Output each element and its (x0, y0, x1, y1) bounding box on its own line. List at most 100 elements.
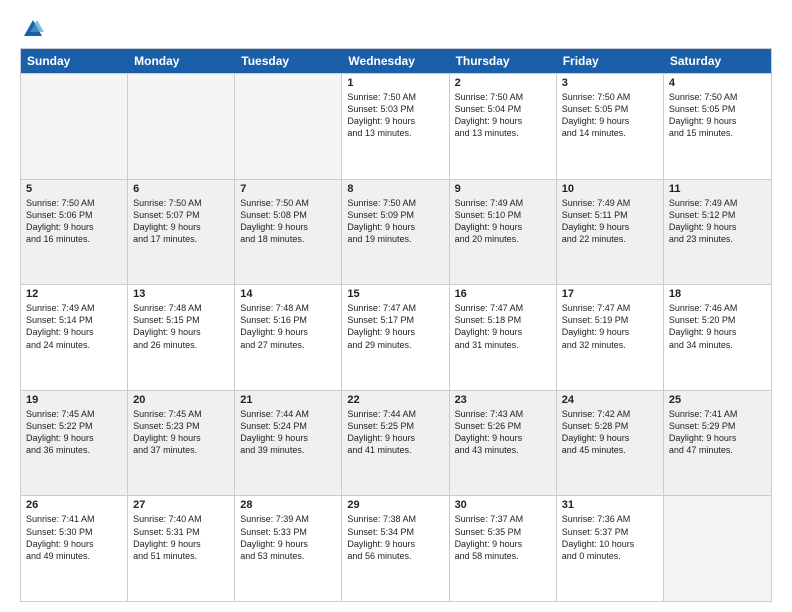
day-number: 6 (133, 183, 229, 195)
calendar-cell: 1Sunrise: 7:50 AM Sunset: 5:03 PM Daylig… (342, 74, 449, 179)
day-number: 21 (240, 394, 336, 406)
cell-info: Sunrise: 7:41 AM Sunset: 5:29 PM Dayligh… (669, 408, 766, 457)
calendar-cell: 28Sunrise: 7:39 AM Sunset: 5:33 PM Dayli… (235, 496, 342, 601)
calendar-cell: 18Sunrise: 7:46 AM Sunset: 5:20 PM Dayli… (664, 285, 771, 390)
cell-info: Sunrise: 7:50 AM Sunset: 5:08 PM Dayligh… (240, 197, 336, 246)
header-day-thursday: Thursday (450, 49, 557, 73)
cell-info: Sunrise: 7:49 AM Sunset: 5:10 PM Dayligh… (455, 197, 551, 246)
cell-info: Sunrise: 7:50 AM Sunset: 5:04 PM Dayligh… (455, 91, 551, 140)
day-number: 13 (133, 288, 229, 300)
day-number: 29 (347, 499, 443, 511)
day-number: 26 (26, 499, 122, 511)
cell-info: Sunrise: 7:48 AM Sunset: 5:15 PM Dayligh… (133, 302, 229, 351)
cell-info: Sunrise: 7:44 AM Sunset: 5:25 PM Dayligh… (347, 408, 443, 457)
calendar-header: SundayMondayTuesdayWednesdayThursdayFrid… (21, 49, 771, 73)
calendar-cell: 22 Sunrise: 7:44 AM Sunset: 5:25 PM Dayli… (342, 391, 449, 496)
calendar-cell: 26 Sunrise: 7:41 AM Sunset: 5:30 PM Dayli… (21, 496, 128, 601)
day-number: 30 (455, 499, 551, 511)
cell-info: Sunrise: 7:49 AM Sunset: 5:14 PM Dayligh… (26, 302, 122, 351)
day-number: 14 (240, 288, 336, 300)
calendar-cell: 29 Sunrise: 7:38 AM Sunset: 5:34 PM Dayli… (342, 496, 449, 601)
day-number: 8 (347, 183, 443, 195)
logo (20, 18, 45, 40)
calendar-cell: 23Sunrise: 7:43 AM Sunset: 5:26 PM Dayli… (450, 391, 557, 496)
calendar-cell: 3 Sunrise: 7:50 AM Sunset: 5:05 PM Daylig… (557, 74, 664, 179)
calendar-cell (128, 74, 235, 179)
calendar-cell: 17Sunrise: 7:47 AM Sunset: 5:19 PM Dayli… (557, 285, 664, 390)
calendar-cell: 12Sunrise: 7:49 AM Sunset: 5:14 PM Dayli… (21, 285, 128, 390)
day-number: 19 (26, 394, 122, 406)
header-day-sunday: Sunday (21, 49, 128, 73)
day-number: 24 (562, 394, 658, 406)
header-day-monday: Monday (128, 49, 235, 73)
calendar-row-4: 19 Sunrise: 7:45 AM Sunset: 5:22 PM Dayli… (21, 390, 771, 496)
calendar-cell: 11 Sunrise: 7:49 AM Sunset: 5:12 PM Dayli… (664, 180, 771, 285)
calendar-cell: 15 Sunrise: 7:47 AM Sunset: 5:17 PM Dayli… (342, 285, 449, 390)
day-number: 16 (455, 288, 551, 300)
day-number: 11 (669, 183, 766, 195)
cell-info: Sunrise: 7:45 AM Sunset: 5:22 PM Dayligh… (26, 408, 122, 457)
calendar-row-3: 12Sunrise: 7:49 AM Sunset: 5:14 PM Dayli… (21, 284, 771, 390)
calendar-cell (664, 496, 771, 601)
cell-info: Sunrise: 7:42 AM Sunset: 5:28 PM Dayligh… (562, 408, 658, 457)
calendar-cell: 27 Sunrise: 7:40 AM Sunset: 5:31 PM Dayli… (128, 496, 235, 601)
cell-info: Sunrise: 7:49 AM Sunset: 5:12 PM Dayligh… (669, 197, 766, 246)
day-number: 15 (347, 288, 443, 300)
page: SundayMondayTuesdayWednesdayThursdayFrid… (0, 0, 792, 612)
calendar-cell: 14 Sunrise: 7:48 AM Sunset: 5:16 PM Dayli… (235, 285, 342, 390)
day-number: 31 (562, 499, 658, 511)
cell-info: Sunrise: 7:43 AM Sunset: 5:26 PM Dayligh… (455, 408, 551, 457)
day-number: 2 (455, 77, 551, 89)
cell-info: Sunrise: 7:47 AM Sunset: 5:19 PM Dayligh… (562, 302, 658, 351)
calendar: SundayMondayTuesdayWednesdayThursdayFrid… (20, 48, 772, 602)
day-number: 3 (562, 77, 658, 89)
cell-info: Sunrise: 7:38 AM Sunset: 5:34 PM Dayligh… (347, 513, 443, 562)
cell-info: Sunrise: 7:46 AM Sunset: 5:20 PM Dayligh… (669, 302, 766, 351)
calendar-cell: 13 Sunrise: 7:48 AM Sunset: 5:15 PM Dayli… (128, 285, 235, 390)
day-number: 28 (240, 499, 336, 511)
calendar-cell (21, 74, 128, 179)
day-number: 4 (669, 77, 766, 89)
cell-info: Sunrise: 7:45 AM Sunset: 5:23 PM Dayligh… (133, 408, 229, 457)
calendar-cell: 5Sunrise: 7:50 AM Sunset: 5:06 PM Daylig… (21, 180, 128, 285)
cell-info: Sunrise: 7:48 AM Sunset: 5:16 PM Dayligh… (240, 302, 336, 351)
day-number: 5 (26, 183, 122, 195)
calendar-cell (235, 74, 342, 179)
calendar-cell: 4 Sunrise: 7:50 AM Sunset: 5:05 PM Daylig… (664, 74, 771, 179)
day-number: 25 (669, 394, 766, 406)
cell-info: Sunrise: 7:47 AM Sunset: 5:17 PM Dayligh… (347, 302, 443, 351)
cell-info: Sunrise: 7:44 AM Sunset: 5:24 PM Dayligh… (240, 408, 336, 457)
cell-info: Sunrise: 7:40 AM Sunset: 5:31 PM Dayligh… (133, 513, 229, 562)
calendar-cell: 10Sunrise: 7:49 AM Sunset: 5:11 PM Dayli… (557, 180, 664, 285)
day-number: 20 (133, 394, 229, 406)
cell-info: Sunrise: 7:50 AM Sunset: 5:09 PM Dayligh… (347, 197, 443, 246)
header-day-wednesday: Wednesday (342, 49, 449, 73)
cell-info: Sunrise: 7:50 AM Sunset: 5:05 PM Dayligh… (562, 91, 658, 140)
day-number: 27 (133, 499, 229, 511)
calendar-cell: 31 Sunrise: 7:36 AM Sunset: 5:37 PM Dayli… (557, 496, 664, 601)
calendar-cell: 8 Sunrise: 7:50 AM Sunset: 5:09 PM Daylig… (342, 180, 449, 285)
calendar-cell: 2 Sunrise: 7:50 AM Sunset: 5:04 PM Daylig… (450, 74, 557, 179)
header-day-saturday: Saturday (664, 49, 771, 73)
cell-info: Sunrise: 7:47 AM Sunset: 5:18 PM Dayligh… (455, 302, 551, 351)
calendar-cell: 19 Sunrise: 7:45 AM Sunset: 5:22 PM Dayli… (21, 391, 128, 496)
calendar-cell: 6Sunrise: 7:50 AM Sunset: 5:07 PM Daylig… (128, 180, 235, 285)
calendar-cell: 21 Sunrise: 7:44 AM Sunset: 5:24 PM Dayli… (235, 391, 342, 496)
cell-info: Sunrise: 7:50 AM Sunset: 5:05 PM Dayligh… (669, 91, 766, 140)
cell-info: Sunrise: 7:36 AM Sunset: 5:37 PM Dayligh… (562, 513, 658, 562)
calendar-cell: 24 Sunrise: 7:42 AM Sunset: 5:28 PM Dayli… (557, 391, 664, 496)
header-day-tuesday: Tuesday (235, 49, 342, 73)
calendar-cell: 16 Sunrise: 7:47 AM Sunset: 5:18 PM Dayli… (450, 285, 557, 390)
day-number: 7 (240, 183, 336, 195)
calendar-cell: 20 Sunrise: 7:45 AM Sunset: 5:23 PM Dayli… (128, 391, 235, 496)
calendar-row-2: 5Sunrise: 7:50 AM Sunset: 5:06 PM Daylig… (21, 179, 771, 285)
calendar-cell: 25 Sunrise: 7:41 AM Sunset: 5:29 PM Dayli… (664, 391, 771, 496)
calendar-cell: 9 Sunrise: 7:49 AM Sunset: 5:10 PM Daylig… (450, 180, 557, 285)
cell-info: Sunrise: 7:49 AM Sunset: 5:11 PM Dayligh… (562, 197, 658, 246)
cell-info: Sunrise: 7:41 AM Sunset: 5:30 PM Dayligh… (26, 513, 122, 562)
day-number: 22 (347, 394, 443, 406)
cell-info: Sunrise: 7:37 AM Sunset: 5:35 PM Dayligh… (455, 513, 551, 562)
calendar-cell: 7 Sunrise: 7:50 AM Sunset: 5:08 PM Daylig… (235, 180, 342, 285)
day-number: 9 (455, 183, 551, 195)
cell-info: Sunrise: 7:50 AM Sunset: 5:03 PM Dayligh… (347, 91, 443, 140)
